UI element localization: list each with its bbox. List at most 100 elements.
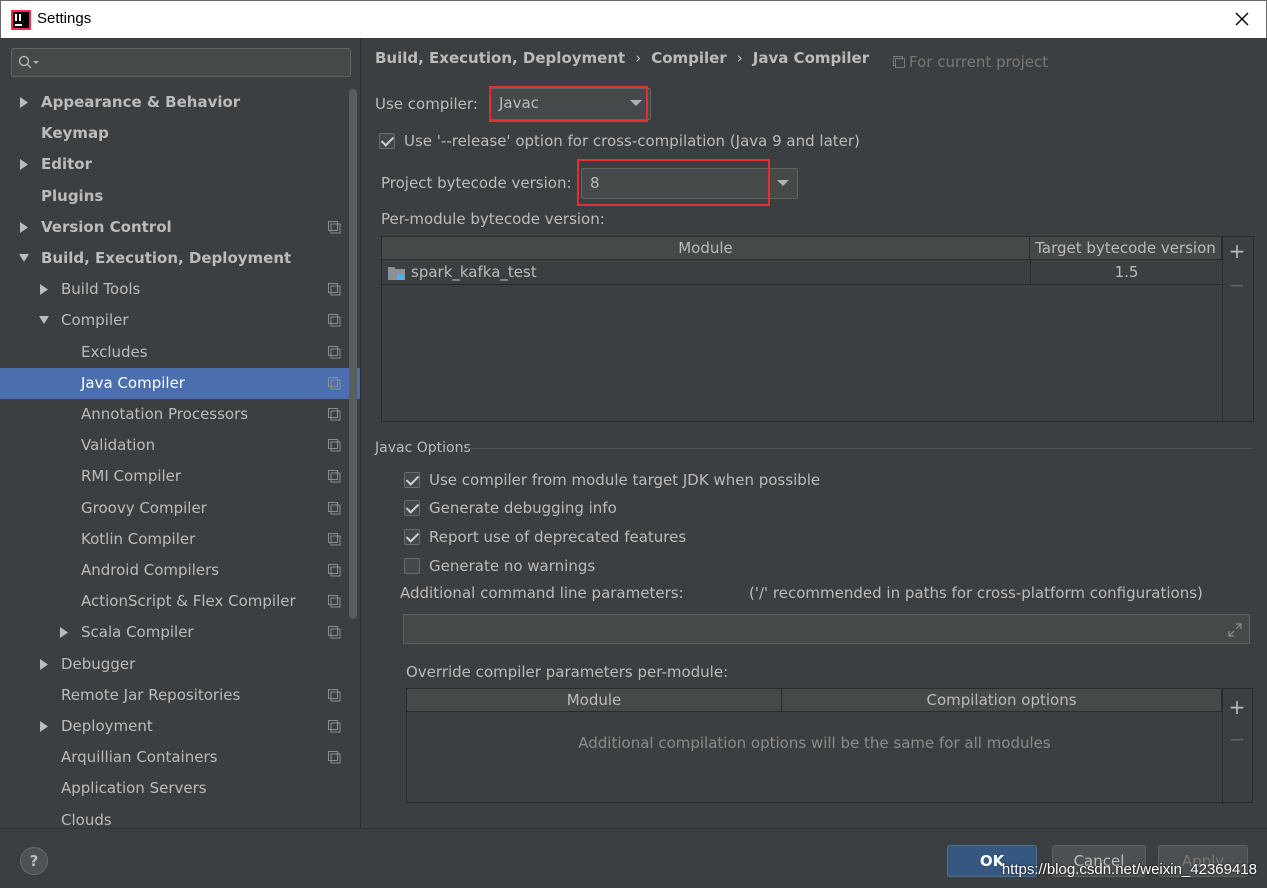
- help-button[interactable]: ?: [20, 847, 48, 875]
- sidebar-item-android-compilers[interactable]: Android Compilers: [0, 555, 346, 586]
- chevron-right-icon[interactable]: [38, 274, 52, 305]
- sidebar-item-deployment[interactable]: Deployment: [0, 711, 346, 742]
- sidebar-item-version-control[interactable]: Version Control: [0, 212, 346, 243]
- sidebar-item-label: Plugins: [41, 186, 104, 205]
- remove-override-button[interactable]: −: [1227, 727, 1247, 751]
- bytecode-version-label: Project bytecode version:: [381, 174, 572, 192]
- use-module-jdk-label: Use compiler from module target JDK when…: [429, 471, 821, 489]
- sidebar-item-groovy-compiler[interactable]: Groovy Compiler: [0, 493, 346, 524]
- sidebar-item-appearance-behavior[interactable]: Appearance & Behavior: [0, 87, 346, 118]
- generate-no-warnings-checkbox[interactable]: [404, 558, 420, 574]
- sidebar-item-label: Application Servers: [61, 779, 207, 798]
- add-module-button[interactable]: +: [1227, 239, 1247, 263]
- project-scope-icon: [328, 220, 341, 234]
- close-icon[interactable]: [1230, 7, 1254, 31]
- chevron-right-icon[interactable]: [18, 212, 32, 243]
- breadcrumb-separator: ›: [635, 49, 642, 67]
- table-row[interactable]: spark_kafka_test 1.5: [382, 260, 1222, 285]
- for-current-project-note: For current project: [893, 53, 1048, 71]
- project-scope-icon: [328, 314, 341, 327]
- sidebar-item-label: Deployment: [61, 717, 153, 735]
- sidebar-item-label: Clouds: [61, 810, 112, 828]
- generate-debug-info-checkbox[interactable]: [404, 500, 420, 516]
- toolbar-divider: [1222, 237, 1223, 423]
- sidebar-item-clouds[interactable]: Clouds: [0, 805, 346, 828]
- sidebar-item-editor[interactable]: Editor: [0, 149, 346, 180]
- sidebar-item-label: Keymap: [41, 124, 109, 143]
- additional-params-input[interactable]: [403, 614, 1250, 644]
- project-scope-icon: [328, 501, 341, 515]
- use-compiler-label: Use compiler:: [375, 95, 478, 113]
- chevron-right-icon[interactable]: [38, 711, 52, 742]
- sidebar-item-plugins[interactable]: Plugins: [0, 181, 346, 212]
- sidebar-item-remote-jar-repositories[interactable]: Remote Jar Repositories: [0, 680, 346, 711]
- column-header-module[interactable]: Module: [407, 689, 782, 712]
- project-scope-icon: [328, 470, 341, 483]
- chevron-right-icon[interactable]: [58, 617, 72, 648]
- override-table-header: Module Compilation options: [407, 689, 1222, 712]
- sidebar-item-label: Validation: [81, 436, 156, 455]
- sidebar-scrollbar[interactable]: [349, 89, 357, 619]
- chevron-right-icon[interactable]: [18, 87, 32, 118]
- sidebar-item-label: Android Compilers: [81, 561, 220, 579]
- sidebar-item-debugger[interactable]: Debugger: [0, 649, 346, 680]
- sidebar-item-excludes[interactable]: Excludes: [0, 337, 346, 368]
- breadcrumb-compiler[interactable]: Compiler: [651, 49, 727, 67]
- sidebar-item-scala-compiler[interactable]: Scala Compiler: [0, 617, 346, 648]
- use-module-jdk-checkbox[interactable]: [404, 472, 420, 488]
- sidebar-item-label: Build, Execution, Deployment: [41, 249, 292, 267]
- sidebar-item-application-servers[interactable]: Application Servers: [0, 773, 346, 804]
- sidebar-item-rmi-compiler[interactable]: RMI Compiler: [0, 461, 346, 492]
- sidebar-item-compiler[interactable]: Compiler: [0, 305, 346, 336]
- sidebar-item-label: Remote Jar Repositories: [61, 685, 241, 704]
- column-header-target-bytecode[interactable]: Target bytecode version: [1030, 237, 1222, 260]
- project-scope-icon: [328, 376, 341, 390]
- chevron-right-icon[interactable]: [38, 649, 52, 680]
- column-header-module[interactable]: Module: [382, 237, 1030, 260]
- module-name-cell: spark_kafka_test: [411, 263, 537, 281]
- bytecode-version-dropdown[interactable]: 8: [581, 168, 798, 199]
- project-scope-icon: [328, 564, 341, 577]
- sidebar-item-label: Annotation Processors: [81, 405, 249, 423]
- per-module-label: Per-module bytecode version:: [381, 210, 605, 228]
- sidebar-item-label: ActionScript & Flex Compiler: [81, 592, 296, 611]
- target-version-cell[interactable]: 1.5: [1031, 260, 1222, 285]
- sidebar-item-build-execution-deployment[interactable]: Build, Execution, Deployment: [0, 243, 346, 274]
- dialog-button-bar: ? OK Cancel Apply https://blog.csdn.net/…: [0, 828, 1267, 888]
- intellij-app-icon: [11, 10, 31, 30]
- breadcrumb-build-execution-deployment[interactable]: Build, Execution, Deployment: [375, 49, 625, 67]
- module-folder-icon: [388, 267, 405, 280]
- additional-params-hint: ('/' recommended in paths for cross-plat…: [749, 584, 1203, 602]
- for-current-project-label: For current project: [909, 53, 1049, 71]
- project-scope-icon: [893, 56, 905, 68]
- add-override-button[interactable]: +: [1227, 695, 1247, 719]
- generate-debug-info-label: Generate debugging info: [429, 499, 617, 517]
- project-scope-icon: [328, 283, 341, 296]
- sidebar-item-actionscript-flex-compiler[interactable]: ActionScript & Flex Compiler: [0, 586, 346, 617]
- expand-icon[interactable]: [1227, 622, 1243, 638]
- additional-params-label: Additional command line parameters:: [400, 584, 684, 602]
- sidebar-item-java-compiler[interactable]: Java Compiler: [0, 367, 360, 399]
- sidebar-item-arquillian-containers[interactable]: Arquillian Containers: [0, 742, 346, 773]
- sidebar-item-validation[interactable]: Validation: [0, 430, 346, 461]
- chevron-down-icon[interactable]: [38, 305, 52, 336]
- sidebar-item-label: Java Compiler: [81, 373, 185, 392]
- chevron-down-icon[interactable]: [18, 243, 32, 274]
- remove-module-button[interactable]: −: [1227, 273, 1247, 297]
- sidebar-item-annotation-processors[interactable]: Annotation Processors: [0, 399, 346, 430]
- sidebar-item-build-tools[interactable]: Build Tools: [0, 274, 346, 305]
- sidebar-item-label: Kotlin Compiler: [81, 529, 196, 548]
- settings-search-input[interactable]: [11, 48, 351, 77]
- release-option-checkbox[interactable]: [379, 133, 395, 149]
- chevron-right-icon[interactable]: [18, 149, 32, 180]
- sidebar-item-kotlin-compiler[interactable]: Kotlin Compiler: [0, 524, 346, 555]
- override-empty-text: Additional compilation options will be t…: [578, 734, 1051, 752]
- use-compiler-dropdown[interactable]: Javac: [490, 88, 651, 120]
- project-scope-icon: [328, 439, 341, 452]
- override-params-table: Module Compilation options Additional co…: [406, 688, 1253, 804]
- release-option-label: Use '--release' option for cross-compila…: [404, 132, 860, 150]
- watermark-url: https://blog.csdn.net/weixin_42369418: [1001, 861, 1257, 878]
- report-deprecated-checkbox[interactable]: [404, 529, 420, 545]
- column-header-compilation-options[interactable]: Compilation options: [782, 689, 1222, 712]
- sidebar-item-keymap[interactable]: Keymap: [0, 118, 346, 149]
